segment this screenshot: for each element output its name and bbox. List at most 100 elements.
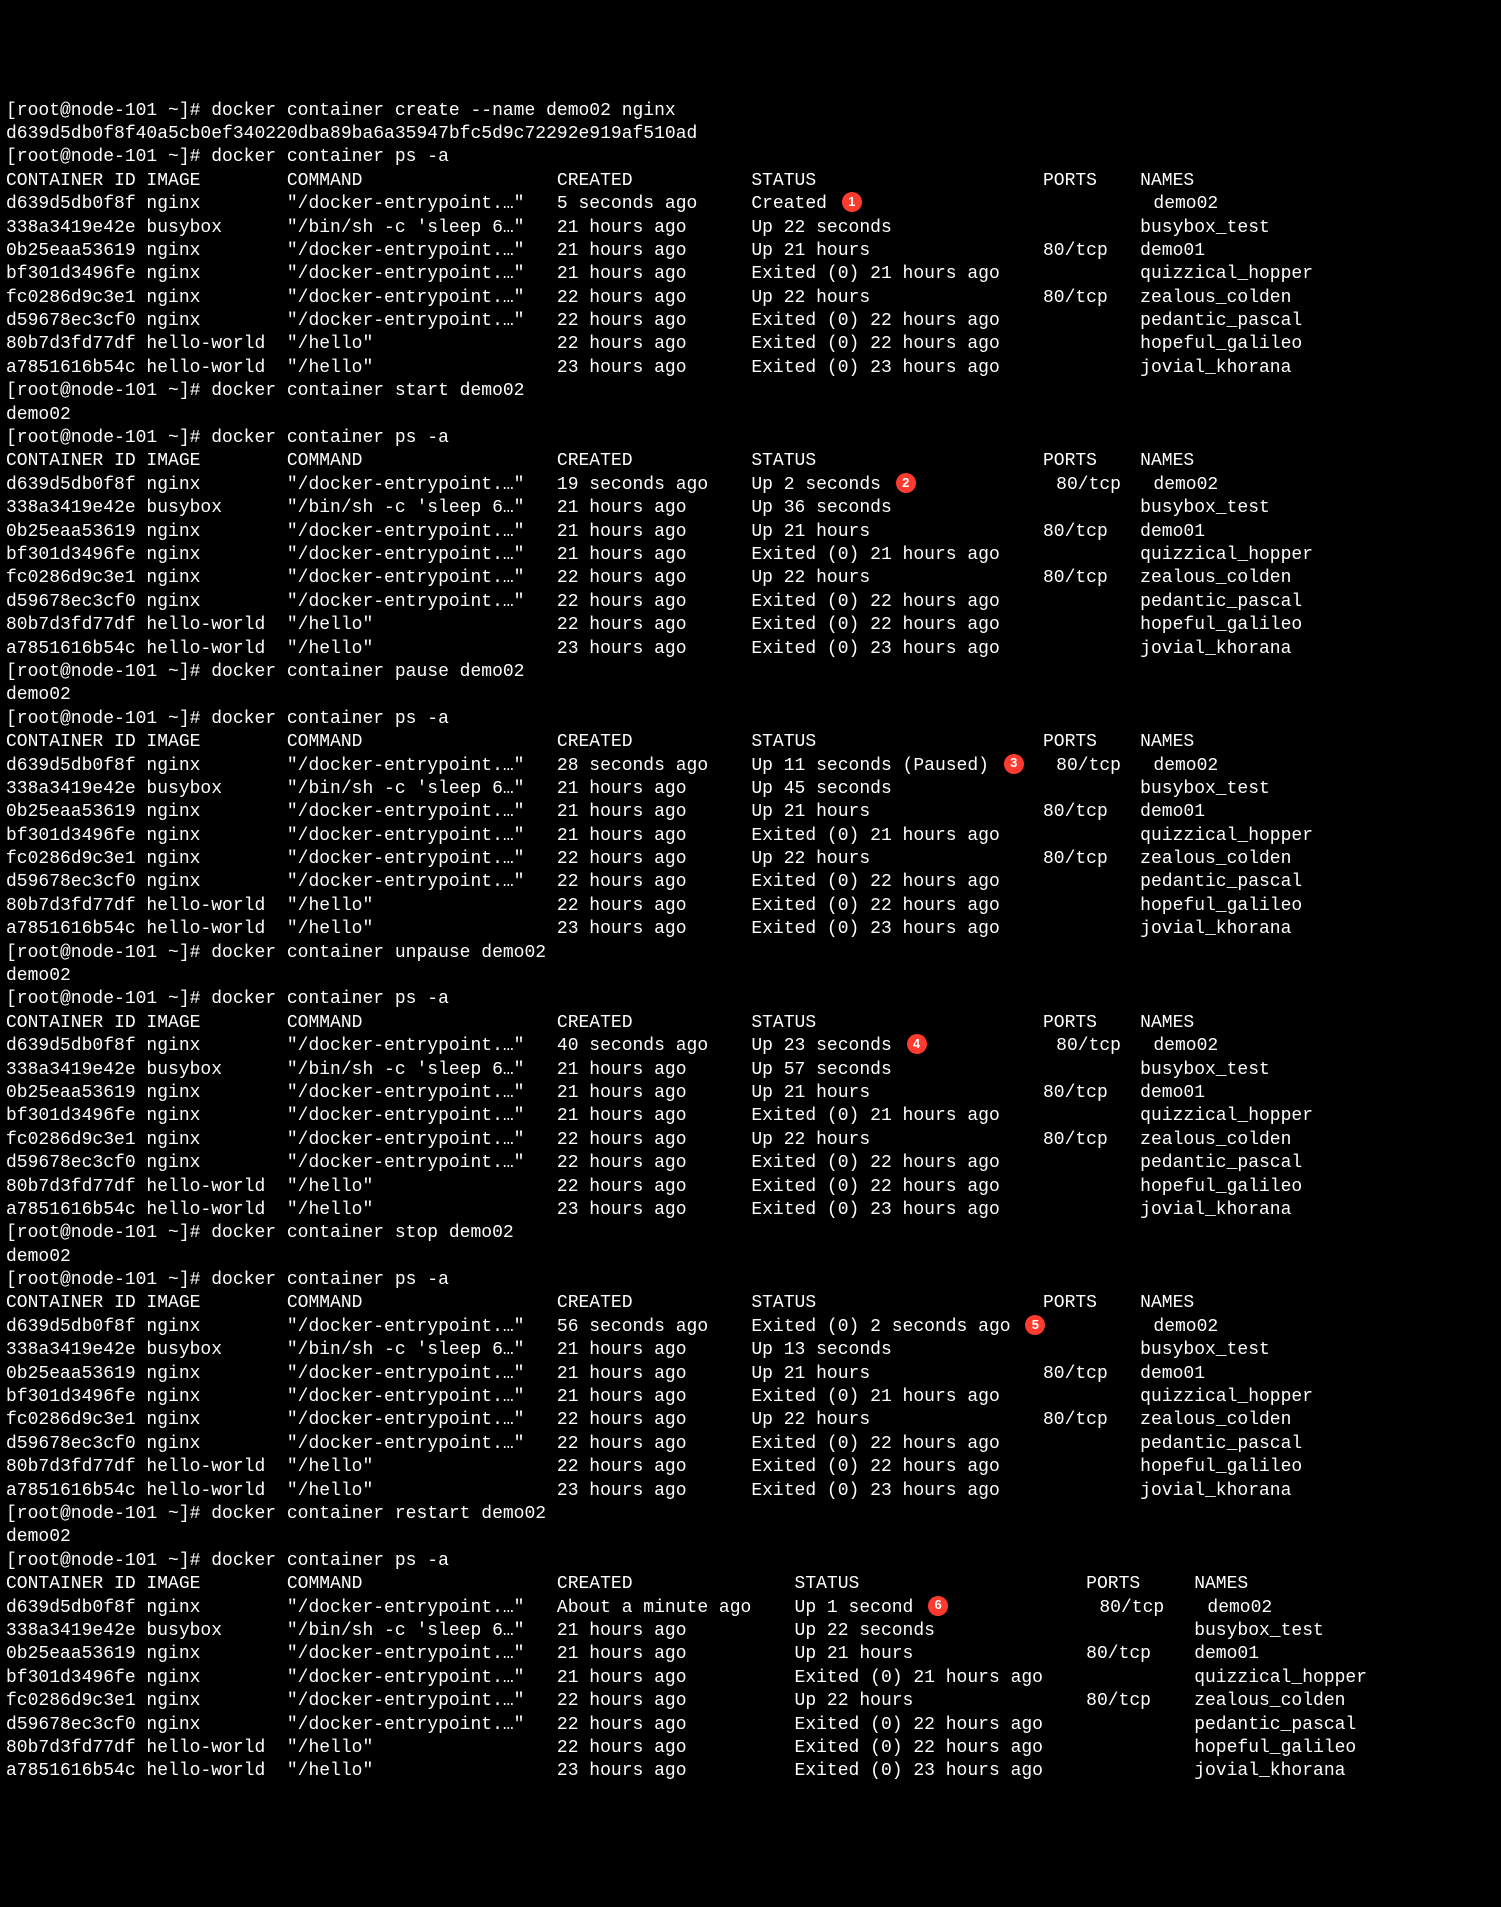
table-row: 80b7d3fd77df hello-world "/hello" 22 hou… [6,1456,1495,1479]
table-row: bf301d3496fe nginx "/docker-entrypoint.…… [6,263,1495,286]
prompt-prefix: [root@node-101 ~]# [6,989,211,1009]
command-text: docker container restart demo02 [211,1504,546,1524]
table-row: d639d5db0f8f nginx "/docker-entrypoint.…… [6,1035,1495,1058]
command-text: docker container unpause demo02 [211,943,546,963]
table-row: a7851616b54c hello-world "/hello" 23 hou… [6,357,1495,380]
table-row: d639d5db0f8f nginx "/docker-entrypoint.…… [6,755,1495,778]
table-row: 0b25eaa53619 nginx "/docker-entrypoint.…… [6,801,1495,824]
table-row: d639d5db0f8f nginx "/docker-entrypoint.…… [6,1597,1495,1620]
table-row: a7851616b54c hello-world "/hello" 23 hou… [6,918,1495,941]
table-row: bf301d3496fe nginx "/docker-entrypoint.…… [6,825,1495,848]
command-text: docker container pause demo02 [211,662,524,682]
output-line: demo02 [6,965,1495,988]
output-line: demo02 [6,404,1495,427]
command-text: docker container ps -a [211,428,449,448]
table-row: d59678ec3cf0 nginx "/docker-entrypoint.…… [6,1152,1495,1175]
table-row: d639d5db0f8f nginx "/docker-entrypoint.…… [6,474,1495,497]
command-text: docker container ps -a [211,1270,449,1290]
output-line: demo02 [6,1526,1495,1549]
prompt-prefix: [root@node-101 ~]# [6,147,211,167]
command-text: docker container stop demo02 [211,1223,513,1243]
table-row: bf301d3496fe nginx "/docker-entrypoint.…… [6,1386,1495,1409]
table-row: bf301d3496fe nginx "/docker-entrypoint.…… [6,1105,1495,1128]
table-row: fc0286d9c3e1 nginx "/docker-entrypoint.…… [6,1690,1495,1713]
prompt-prefix: [root@node-101 ~]# [6,943,211,963]
table-row: a7851616b54c hello-world "/hello" 23 hou… [6,1199,1495,1222]
prompt-prefix: [root@node-101 ~]# [6,101,211,121]
prompt-line: [root@node-101 ~]# docker container unpa… [6,942,1495,965]
output-line: demo02 [6,684,1495,707]
table-row: d639d5db0f8f nginx "/docker-entrypoint.…… [6,193,1495,216]
prompt-line: [root@node-101 ~]# docker container rest… [6,1503,1495,1526]
table-row: bf301d3496fe nginx "/docker-entrypoint.…… [6,1667,1495,1690]
table-row: 338a3419e42e busybox "/bin/sh -c 'sleep … [6,217,1495,240]
table-row: 0b25eaa53619 nginx "/docker-entrypoint.…… [6,521,1495,544]
table-row: 338a3419e42e busybox "/bin/sh -c 'sleep … [6,1059,1495,1082]
table-row: d59678ec3cf0 nginx "/docker-entrypoint.…… [6,310,1495,333]
annotation-badge-6: 6 [928,1596,948,1616]
table-row: a7851616b54c hello-world "/hello" 23 hou… [6,1760,1495,1783]
prompt-line: [root@node-101 ~]# docker container stop… [6,1222,1495,1245]
table-header: CONTAINER ID IMAGE COMMAND CREATED STATU… [6,170,1495,193]
command-text: docker container create --name demo02 ng… [211,101,675,121]
table-row: 80b7d3fd77df hello-world "/hello" 22 hou… [6,895,1495,918]
prompt-line: [root@node-101 ~]# docker container ps -… [6,988,1495,1011]
prompt-line: [root@node-101 ~]# docker container paus… [6,661,1495,684]
command-text: docker container ps -a [211,1551,449,1571]
output-line: d639d5db0f8f40a5cb0ef340220dba89ba6a3594… [6,123,1495,146]
table-row: a7851616b54c hello-world "/hello" 23 hou… [6,1480,1495,1503]
prompt-prefix: [root@node-101 ~]# [6,428,211,448]
table-row: d639d5db0f8f nginx "/docker-entrypoint.…… [6,1316,1495,1339]
command-text: docker container ps -a [211,147,449,167]
table-row: 338a3419e42e busybox "/bin/sh -c 'sleep … [6,497,1495,520]
prompt-line: [root@node-101 ~]# docker container ps -… [6,146,1495,169]
table-row: 80b7d3fd77df hello-world "/hello" 22 hou… [6,614,1495,637]
output-line: demo02 [6,1246,1495,1269]
table-row: fc0286d9c3e1 nginx "/docker-entrypoint.…… [6,1129,1495,1152]
table-row: 0b25eaa53619 nginx "/docker-entrypoint.…… [6,1082,1495,1105]
prompt-prefix: [root@node-101 ~]# [6,1551,211,1571]
table-header: CONTAINER ID IMAGE COMMAND CREATED STATU… [6,731,1495,754]
prompt-line: [root@node-101 ~]# docker container ps -… [6,1550,1495,1573]
table-row: d59678ec3cf0 nginx "/docker-entrypoint.…… [6,1714,1495,1737]
command-text: docker container ps -a [211,989,449,1009]
table-row: fc0286d9c3e1 nginx "/docker-entrypoint.…… [6,848,1495,871]
prompt-prefix: [root@node-101 ~]# [6,1504,211,1524]
table-row: a7851616b54c hello-world "/hello" 23 hou… [6,638,1495,661]
table-row: 0b25eaa53619 nginx "/docker-entrypoint.…… [6,1363,1495,1386]
prompt-line: [root@node-101 ~]# docker container ps -… [6,1269,1495,1292]
table-header: CONTAINER ID IMAGE COMMAND CREATED STATU… [6,1573,1495,1596]
table-row: d59678ec3cf0 nginx "/docker-entrypoint.…… [6,871,1495,894]
prompt-prefix: [root@node-101 ~]# [6,381,211,401]
prompt-line: [root@node-101 ~]# docker container crea… [6,100,1495,123]
table-row: bf301d3496fe nginx "/docker-entrypoint.…… [6,544,1495,567]
table-row: 0b25eaa53619 nginx "/docker-entrypoint.…… [6,1643,1495,1666]
command-text: docker container start demo02 [211,381,524,401]
prompt-line: [root@node-101 ~]# docker container ps -… [6,427,1495,450]
table-row: 338a3419e42e busybox "/bin/sh -c 'sleep … [6,1620,1495,1643]
table-row: 80b7d3fd77df hello-world "/hello" 22 hou… [6,1176,1495,1199]
table-row: fc0286d9c3e1 nginx "/docker-entrypoint.…… [6,567,1495,590]
annotation-badge-1: 1 [842,192,862,212]
prompt-prefix: [root@node-101 ~]# [6,1270,211,1290]
prompt-line: [root@node-101 ~]# docker container star… [6,380,1495,403]
annotation-badge-3: 3 [1004,754,1024,774]
table-row: 338a3419e42e busybox "/bin/sh -c 'sleep … [6,1339,1495,1362]
table-row: fc0286d9c3e1 nginx "/docker-entrypoint.…… [6,287,1495,310]
table-row: d59678ec3cf0 nginx "/docker-entrypoint.…… [6,1433,1495,1456]
prompt-line: [root@node-101 ~]# docker container ps -… [6,708,1495,731]
table-row: 338a3419e42e busybox "/bin/sh -c 'sleep … [6,778,1495,801]
annotation-badge-4: 4 [907,1034,927,1054]
table-row: 80b7d3fd77df hello-world "/hello" 22 hou… [6,1737,1495,1760]
table-row: 0b25eaa53619 nginx "/docker-entrypoint.…… [6,240,1495,263]
table-header: CONTAINER ID IMAGE COMMAND CREATED STATU… [6,450,1495,473]
table-row: fc0286d9c3e1 nginx "/docker-entrypoint.…… [6,1409,1495,1432]
prompt-prefix: [root@node-101 ~]# [6,662,211,682]
prompt-prefix: [root@node-101 ~]# [6,709,211,729]
prompt-prefix: [root@node-101 ~]# [6,1223,211,1243]
terminal-output[interactable]: [root@node-101 ~]# docker container crea… [6,100,1495,1784]
table-row: d59678ec3cf0 nginx "/docker-entrypoint.…… [6,591,1495,614]
table-header: CONTAINER ID IMAGE COMMAND CREATED STATU… [6,1292,1495,1315]
annotation-badge-5: 5 [1025,1315,1045,1335]
table-header: CONTAINER ID IMAGE COMMAND CREATED STATU… [6,1012,1495,1035]
